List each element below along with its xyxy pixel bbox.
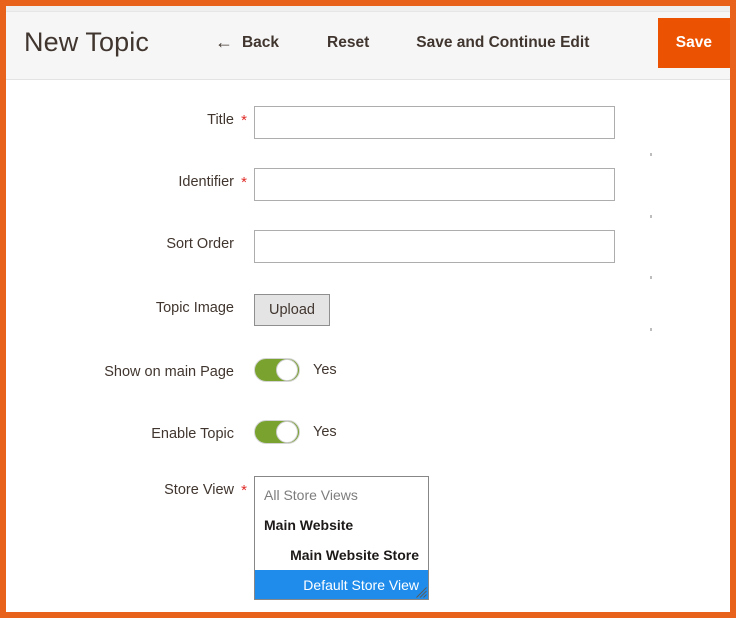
page-title: New Topic xyxy=(24,29,149,56)
upload-button[interactable]: Upload xyxy=(254,294,330,326)
store-view-option-main-website[interactable]: Main Website xyxy=(255,510,428,540)
show-on-main-page-toggle[interactable] xyxy=(254,358,300,382)
label-enable-topic: Enable Topic xyxy=(6,420,234,442)
field-row-identifier: Identifier * xyxy=(6,168,730,201)
store-view-multiselect[interactable]: All Store Views Main Website Main Websit… xyxy=(254,476,429,600)
control-topic-image: Upload xyxy=(254,294,330,326)
label-topic-image: Topic Image xyxy=(6,294,234,316)
label-title: Title xyxy=(6,106,234,128)
identifier-input[interactable] xyxy=(254,168,615,201)
edge-artifact-dot xyxy=(650,276,652,279)
required-marker-identifier: * xyxy=(234,168,254,190)
save-and-continue-edit-button[interactable]: Save and Continue Edit xyxy=(416,35,589,51)
required-marker-store-view: * xyxy=(234,476,254,498)
required-marker-title: * xyxy=(234,106,254,128)
topic-form: Title * Identifier * Sort Order * Topic … xyxy=(6,80,730,606)
control-show-on-main-page: Yes xyxy=(254,358,337,382)
save-and-continue-edit-label: Save and Continue Edit xyxy=(416,35,589,51)
label-sort-order: Sort Order xyxy=(6,230,234,252)
store-view-option-all-store-views[interactable]: All Store Views xyxy=(255,480,428,510)
page-header: New Topic ← Back Reset Save and Continue… xyxy=(6,6,730,80)
field-row-topic-image: Topic Image * Upload xyxy=(6,294,730,326)
admin-page-frame: New Topic ← Back Reset Save and Continue… xyxy=(0,0,736,618)
enable-topic-toggle[interactable] xyxy=(254,420,300,444)
edge-artifact-dot xyxy=(650,153,652,156)
toggle-knob-icon xyxy=(276,421,298,443)
control-identifier xyxy=(254,168,615,201)
control-enable-topic: Yes xyxy=(254,420,337,444)
edge-artifact-dot xyxy=(650,215,652,218)
store-view-option-default-store-view[interactable]: Default Store View xyxy=(255,570,428,600)
enable-topic-state-label: Yes xyxy=(313,425,337,440)
show-on-main-page-state-label: Yes xyxy=(313,363,337,378)
field-row-store-view: Store View * All Store Views Main Websit… xyxy=(6,476,730,600)
control-store-view: All Store Views Main Website Main Websit… xyxy=(254,476,429,600)
sort-order-input[interactable] xyxy=(254,230,615,263)
control-sort-order xyxy=(254,230,615,263)
save-button[interactable]: Save xyxy=(658,18,730,68)
field-row-sort-order: Sort Order * xyxy=(6,230,730,263)
toggle-knob-icon xyxy=(276,359,298,381)
field-row-title: Title * xyxy=(6,106,730,139)
control-title xyxy=(254,106,615,139)
reset-button-label: Reset xyxy=(327,35,369,51)
field-row-enable-topic: Enable Topic * Yes xyxy=(6,420,730,444)
arrow-left-icon: ← xyxy=(215,33,233,51)
label-show-on-main-page: Show on main Page xyxy=(6,358,234,380)
back-button[interactable]: ← Back xyxy=(215,34,279,52)
reset-button[interactable]: Reset xyxy=(327,35,369,51)
back-button-label: Back xyxy=(242,35,279,51)
store-view-option-main-website-store[interactable]: Main Website Store xyxy=(255,540,428,570)
page-actions-toolbar: ← Back Reset Save and Continue Edit xyxy=(215,6,730,79)
edge-artifact-dot xyxy=(650,328,652,331)
field-row-show-on-main-page: Show on main Page * Yes xyxy=(6,358,730,382)
title-input[interactable] xyxy=(254,106,615,139)
label-identifier: Identifier xyxy=(6,168,234,190)
label-store-view: Store View xyxy=(6,476,234,498)
